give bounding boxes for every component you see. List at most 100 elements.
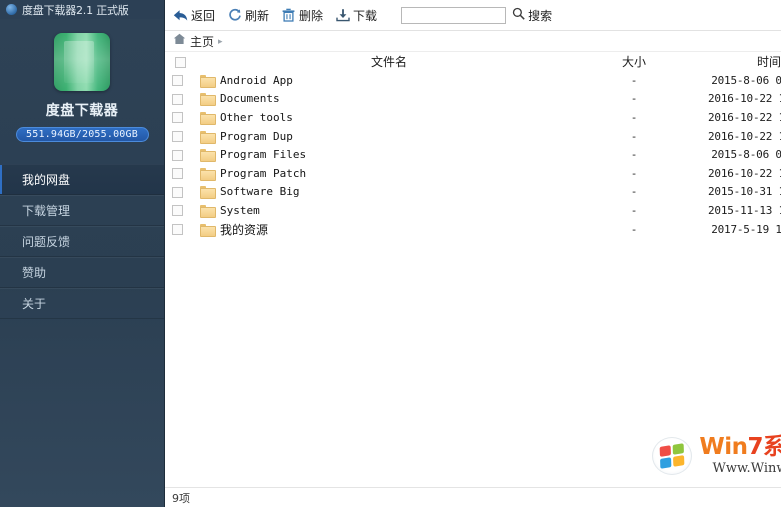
download-button[interactable]: 下载: [335, 7, 377, 24]
row-select-cell: [165, 220, 189, 239]
row-select-cell: [165, 71, 189, 90]
watermark-7: 7: [747, 434, 763, 460]
row-checkbox[interactable]: [172, 168, 183, 180]
row-size-cell: -: [630, 166, 638, 180]
file-name-label: Program Patch: [220, 166, 307, 180]
file-list-area: 文件名 大小 时间 Android App - 2015-8-06 02:54:…: [165, 52, 781, 487]
windows-flag-icon: [652, 436, 693, 475]
table-row[interactable]: Android App - 2015-8-06 02:54:38: [165, 71, 781, 90]
row-name-cell: Program Patch: [189, 164, 589, 183]
sidebar: 度盘下载器2.1 正式版 度盘下载器 551.94GB/2055.00GB 我的…: [0, 0, 165, 507]
row-name-cell: Documents: [189, 90, 589, 109]
row-select-cell: [165, 127, 189, 146]
sidebar-item-download-manager[interactable]: 下载管理: [0, 195, 164, 226]
watermark-title: Win7系统之家: [699, 436, 781, 459]
storage-quota-badge[interactable]: 551.94GB/2055.00GB: [15, 127, 149, 142]
file-name-label: Software Big: [220, 185, 300, 199]
row-name-cell: System: [189, 201, 589, 220]
table-row[interactable]: Program Dup - 2016-10-22 11:02:28: [165, 127, 781, 146]
sidebar-item-label: 问题反馈: [22, 235, 71, 249]
breadcrumb-separator-icon: ▸: [218, 35, 223, 46]
row-select-cell: [165, 183, 189, 202]
brand-panel: 度盘下载器 551.94GB/2055.00GB: [0, 19, 164, 142]
app-icon: [54, 33, 110, 91]
row-name-cell: Software Big: [189, 183, 589, 202]
row-checkbox[interactable]: [172, 93, 183, 105]
row-time-cell: 2016-10-22 10:44:38: [707, 110, 781, 124]
row-size-cell: -: [630, 110, 638, 124]
file-name-label: Other tools: [220, 110, 293, 124]
folder-icon: [200, 93, 216, 107]
file-name-label: Program Files: [220, 148, 307, 162]
row-checkbox[interactable]: [172, 112, 183, 124]
row-size-cell: -: [630, 148, 638, 162]
app-window: 度盘下载器2.1 正式版 度盘下载器 551.94GB/2055.00GB 我的…: [0, 0, 781, 507]
delete-button-label: 删除: [299, 8, 324, 23]
sidebar-item-label: 赞助: [22, 266, 47, 280]
column-header-size[interactable]: 大小: [589, 52, 679, 71]
row-time-cell: 2016-10-22 10:44:59: [707, 166, 781, 180]
toolbar: 返回 刷新 删除 下载 搜索: [165, 0, 781, 31]
table-row[interactable]: Software Big - 2015-10-31 17:50:42: [165, 183, 781, 202]
row-checkbox[interactable]: [172, 131, 183, 143]
sidebar-item-label: 下载管理: [22, 204, 71, 218]
row-checkbox[interactable]: [172, 224, 183, 236]
folder-icon: [200, 130, 216, 144]
row-name-cell: Other tools: [189, 108, 589, 127]
row-checkbox[interactable]: [172, 75, 183, 87]
row-checkbox[interactable]: [172, 205, 183, 217]
breadcrumb: 主页 ▸: [165, 31, 781, 52]
sidebar-item-about[interactable]: 关于: [0, 288, 164, 319]
delete-button[interactable]: 删除: [281, 7, 323, 24]
download-icon: [335, 8, 350, 23]
refresh-icon: [227, 8, 242, 23]
table-row[interactable]: System - 2015-11-13 10:08:01: [165, 201, 781, 220]
title-bar: 度盘下载器2.1 正式版: [0, 0, 164, 19]
sidebar-item-feedback[interactable]: 问题反馈: [0, 226, 164, 257]
home-icon[interactable]: [173, 32, 186, 50]
table-header-row: 文件名 大小 时间: [165, 52, 781, 71]
row-name-cell: Android App: [189, 71, 589, 90]
column-header-name[interactable]: 文件名: [189, 52, 589, 71]
row-time-cell: 2015-11-13 10:08:01: [707, 203, 781, 217]
table-row[interactable]: Other tools - 2016-10-22 10:44:38: [165, 108, 781, 127]
row-select-cell: [165, 108, 189, 127]
file-name-label: Android App: [220, 73, 293, 87]
row-checkbox[interactable]: [172, 186, 183, 198]
row-size-cell: -: [630, 73, 638, 87]
table-row[interactable]: Documents - 2016-10-22 10:45:21: [165, 90, 781, 109]
table-row[interactable]: Program Files - 2015-8-06 02:54:25: [165, 145, 781, 164]
search-input[interactable]: [401, 6, 507, 24]
sidebar-item-my-drive[interactable]: 我的网盘: [0, 164, 164, 195]
row-select-cell: [165, 164, 189, 183]
app-logo-icon: [6, 4, 17, 15]
row-name-cell: Program Files: [189, 145, 589, 164]
folder-icon: [200, 223, 216, 237]
table-row[interactable]: 我的资源 - 2017-5-19 13:08:30: [165, 220, 781, 239]
watermark: Win7系统之家 Www.Winwin7.com: [652, 436, 781, 475]
row-size-cell: -: [630, 129, 638, 143]
refresh-button[interactable]: 刷新: [227, 7, 269, 24]
column-header-time[interactable]: 时间: [679, 52, 781, 71]
watermark-url: Www.Winwin7.com: [712, 461, 781, 476]
select-all-checkbox[interactable]: [175, 56, 186, 68]
row-time-cell: 2016-10-22 10:45:21: [707, 92, 781, 106]
breadcrumb-home-label[interactable]: 主页: [190, 33, 214, 50]
row-size-cell: -: [630, 222, 638, 236]
back-button[interactable]: 返回: [173, 7, 215, 24]
row-time-cell: 2016-10-22 11:02:28: [707, 129, 781, 143]
folder-icon: [200, 167, 216, 181]
row-size-cell: -: [630, 203, 638, 217]
back-button-label: 返回: [191, 8, 216, 23]
sidebar-item-donate[interactable]: 赞助: [0, 257, 164, 288]
trash-icon: [281, 8, 296, 23]
table-row[interactable]: Program Patch - 2016-10-22 10:44:59: [165, 164, 781, 183]
item-count-label: 9项: [172, 491, 190, 505]
search-icon: [512, 7, 525, 23]
row-checkbox[interactable]: [172, 149, 183, 161]
select-all-header: [165, 52, 189, 71]
file-name-label: Documents: [220, 92, 280, 106]
main-panel: ⏻ − ✕ 返回: [165, 0, 781, 507]
folder-icon: [200, 74, 216, 88]
search-button[interactable]: 搜索: [512, 7, 552, 24]
